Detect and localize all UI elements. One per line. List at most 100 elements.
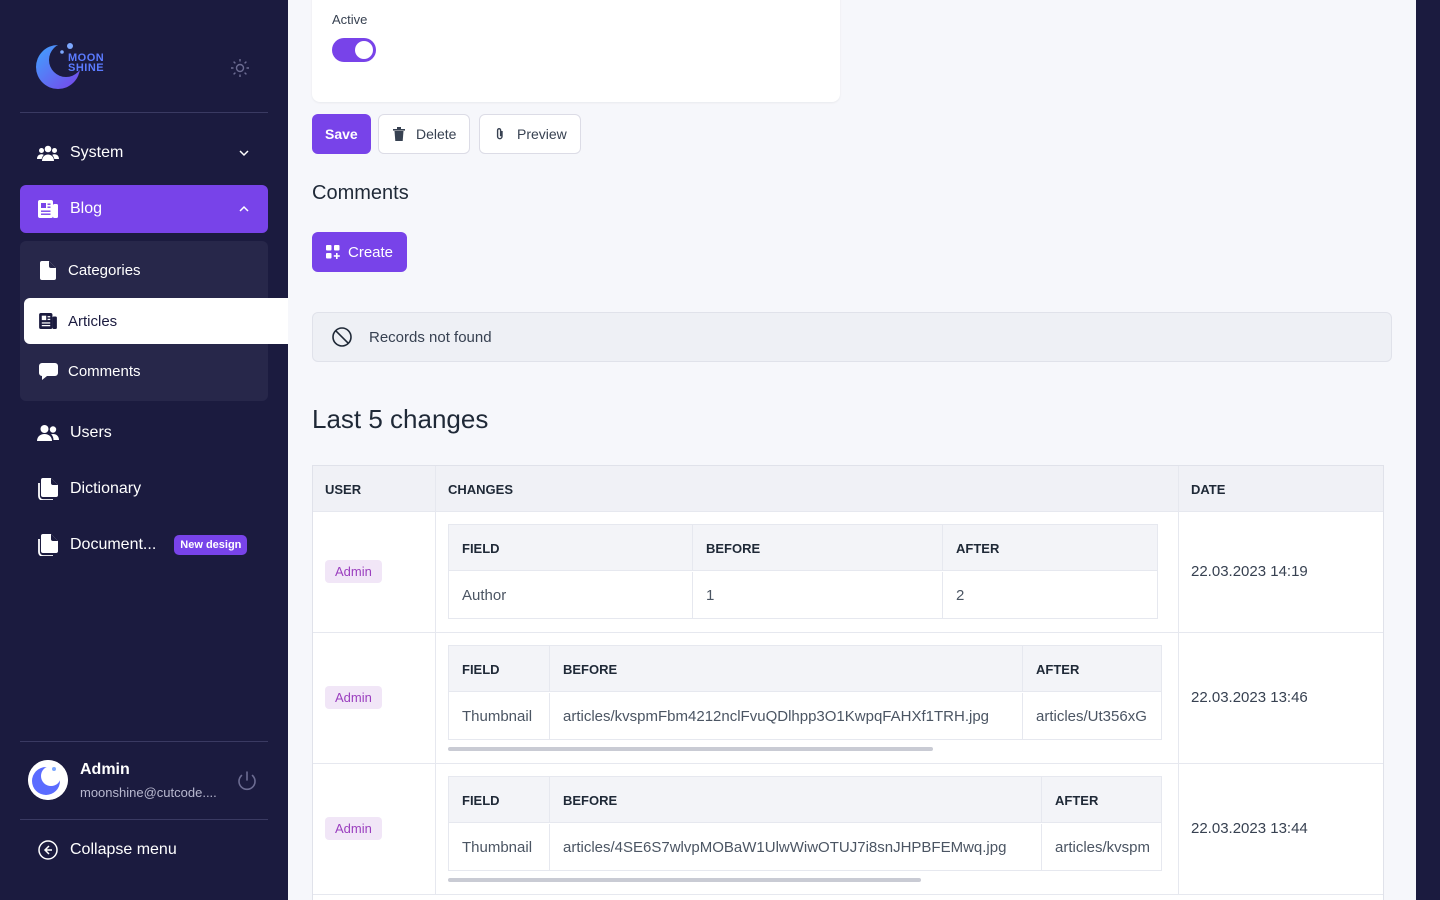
inner-header-row: FIELD BEFORE AFTER	[449, 777, 1161, 823]
inner-header-before: BEFORE	[550, 777, 1042, 823]
sidebar-item-users[interactable]: Users	[20, 409, 268, 457]
paperclip-icon	[493, 127, 507, 141]
before-cell: 1	[693, 572, 943, 618]
toggle-knob	[355, 41, 373, 59]
inner-header-before: BEFORE	[550, 646, 1023, 692]
inner-changes-table: FIELD BEFORE AFTER Author 1 2	[448, 524, 1158, 619]
changes-table: USER CHANGES DATE Admin FIELD BEFORE AFT…	[312, 465, 1384, 900]
sidebar-item-blog[interactable]: Blog	[20, 185, 268, 233]
delete-button[interactable]: Delete	[378, 114, 471, 154]
inner-header-row: FIELD BEFORE AFTER	[449, 646, 1161, 692]
profile-name: Admin	[80, 761, 130, 778]
sidebar: MOON SHINE System Blog Categories Articl…	[0, 0, 288, 900]
empty-records-alert: Records not found	[312, 312, 1392, 362]
field-cell: Author	[449, 572, 693, 618]
before-cell: articles/kvspmFbm4212nclFvuQDlhpp3O1Kwpq…	[550, 693, 1023, 739]
chevron-down-icon	[238, 146, 250, 158]
profile-email: moonshine@cutcode....	[80, 785, 217, 800]
table-header-row: USER CHANGES DATE	[313, 466, 1383, 512]
column-header-user: USER	[325, 482, 362, 497]
before-cell: articles/4SE6S7wlvpMOBaW1UlwWiwOTUJ7i8sn…	[550, 824, 1042, 870]
sidebar-item-label: Dictionary	[70, 480, 142, 497]
horizontal-scrollbar[interactable]	[448, 878, 921, 882]
sidebar-item-label: Categories	[68, 261, 141, 279]
user-profile[interactable]: Admin moonshine@cutcode....	[28, 760, 268, 804]
sidebar-item-comments[interactable]: Comments	[20, 348, 268, 394]
sidebar-divider	[20, 112, 268, 113]
inner-row: Author 1 2	[449, 572, 1157, 618]
chevron-up-icon	[238, 202, 250, 214]
power-icon[interactable]	[236, 770, 258, 792]
save-button[interactable]: Save	[312, 114, 371, 154]
date-cell: 22.03.2023 14:19	[1191, 563, 1308, 580]
table-row: Admin FIELD BEFORE AFTER Thumbnail artic…	[313, 764, 1383, 895]
documents-icon	[37, 478, 59, 500]
sidebar-item-label: Blog	[70, 200, 103, 217]
after-cell: articles/Ut356xG	[1036, 707, 1147, 725]
newspaper-icon	[37, 198, 59, 220]
user-badge[interactable]: Admin	[325, 686, 382, 709]
sidebar-item-label: System	[70, 144, 124, 161]
sidebar-item-dictionary[interactable]: Dictionary	[20, 465, 268, 513]
table-row: Admin FIELD BEFORE AFTER Thumbnail artic…	[313, 633, 1383, 764]
sidebar-item-system[interactable]: System	[20, 129, 268, 177]
collapse-menu-button[interactable]: Collapse menu	[38, 840, 177, 860]
sun-icon[interactable]	[230, 58, 250, 78]
logo-row: MOON SHINE	[36, 38, 266, 98]
create-button[interactable]: Create	[312, 232, 407, 272]
right-edge-strip	[1416, 0, 1440, 900]
sidebar-item-label: Articles	[68, 312, 118, 330]
inner-header-after: AFTER	[956, 540, 1000, 556]
logo-line2: SHINE	[68, 62, 105, 74]
create-button-label: Create	[348, 243, 394, 261]
documents-icon	[37, 534, 59, 556]
user-badge[interactable]: Admin	[325, 560, 382, 583]
sidebar-divider	[20, 819, 268, 820]
sidebar-item-label: Comments	[68, 362, 141, 380]
inner-header-before: BEFORE	[693, 525, 943, 571]
delete-button-label: Delete	[416, 126, 457, 142]
changes-title: Last 5 changes	[312, 404, 489, 434]
form-card: Active	[312, 0, 840, 102]
comments-title: Comments	[312, 182, 409, 204]
arrow-left-circle-icon	[38, 840, 58, 860]
table-row: Admin FIELD BEFORE AFTER Author 1 2 22.0…	[313, 512, 1383, 633]
after-cell: articles/kvspm	[1055, 838, 1151, 856]
users-icon	[37, 422, 59, 444]
sidebar-item-label: Document...	[70, 536, 157, 553]
inner-header-field: FIELD	[449, 525, 693, 571]
active-toggle[interactable]	[332, 38, 376, 62]
file-icon	[38, 260, 58, 280]
column-header-changes: CHANGES	[448, 482, 514, 497]
sidebar-item-documents[interactable]: Document... New design	[20, 521, 268, 569]
collapse-menu-label: Collapse menu	[70, 841, 177, 858]
user-badge[interactable]: Admin	[325, 817, 382, 840]
inner-header-after: AFTER	[1055, 792, 1099, 808]
preview-button-label: Preview	[517, 126, 567, 142]
sidebar-item-label: Users	[70, 424, 112, 441]
sidebar-item-articles[interactable]: Articles	[24, 298, 288, 344]
logo-text: MOON SHINE	[68, 53, 105, 74]
save-button-label: Save	[325, 126, 358, 142]
plus-grid-icon	[326, 245, 340, 259]
inner-row: Thumbnail articles/kvspmFbm4212nclFvuQDl…	[449, 693, 1161, 739]
new-design-badge: New design	[174, 535, 248, 555]
field-cell: Thumbnail	[449, 824, 550, 870]
inner-header-after: AFTER	[1036, 661, 1080, 677]
chat-icon	[38, 361, 58, 381]
column-header-date: DATE	[1191, 482, 1226, 497]
horizontal-scrollbar[interactable]	[448, 747, 933, 751]
sidebar-item-categories[interactable]: Categories	[20, 247, 268, 293]
inner-changes-table: FIELD BEFORE AFTER Thumbnail articles/kv…	[448, 645, 1162, 740]
preview-button[interactable]: Preview	[479, 114, 581, 154]
newspaper-icon	[38, 311, 58, 331]
date-cell: 22.03.2023 13:46	[1191, 689, 1308, 706]
moonshine-logo[interactable]: MOON SHINE	[36, 38, 128, 96]
empty-records-text: Records not found	[369, 328, 492, 346]
sidebar-divider	[20, 741, 268, 742]
field-cell: Thumbnail	[449, 693, 550, 739]
avatar	[28, 760, 68, 800]
main-content: Active Save Delete Preview Comments Crea…	[288, 0, 1416, 900]
users-group-icon	[37, 142, 59, 164]
inner-changes-table: FIELD BEFORE AFTER Thumbnail articles/4S…	[448, 776, 1162, 871]
